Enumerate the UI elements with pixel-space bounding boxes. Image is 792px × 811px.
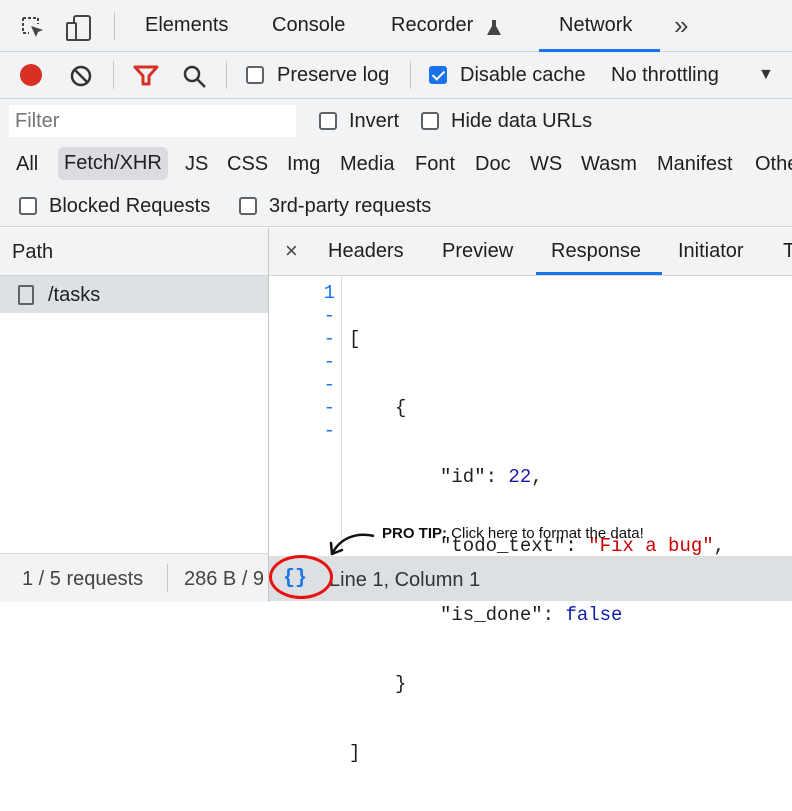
fold-marker[interactable]: - [269,328,335,351]
response-viewer: 1 - - - - - - [ { "id": 22, "todo_text":… [269,276,792,764]
filter-bar: Invert Hide data URLs [0,99,792,143]
close-icon[interactable]: × [285,238,298,264]
tab-timing[interactable]: T [783,240,792,263]
fold-marker[interactable]: - [269,420,335,443]
search-icon[interactable] [182,64,208,90]
invert-label: Invert [349,110,400,132]
tab-initiator[interactable]: Initiator [678,240,744,263]
tab-elements[interactable]: Elements [145,14,228,37]
fold-marker[interactable]: - [269,374,335,397]
requests-panel: Path /tasks [0,228,269,553]
type-filter-css[interactable]: CSS [227,153,268,176]
disable-cache-checkbox[interactable] [429,66,447,84]
type-filter-all[interactable]: All [16,153,38,176]
preserve-log-checkbox[interactable] [246,66,264,84]
requests-status-bar: 1 / 5 requests 286 B / 9 [0,553,269,602]
request-row[interactable]: /tasks [0,276,268,313]
tab-console[interactable]: Console [272,14,345,37]
code-line: "id": 22, [440,466,543,488]
type-filter-other[interactable]: Othe [755,153,792,176]
extra-filter-bar: Blocked Requests 3rd-party requests [0,185,792,227]
blocked-requests-checkbox[interactable] [19,197,37,215]
tab-network[interactable]: Network [559,14,632,37]
devtools-tabbar: Elements Console Recorder Network » [0,0,792,52]
type-filter-img[interactable]: Img [287,153,320,176]
type-filter-fetch-xhr[interactable]: Fetch/XHR [58,147,168,180]
flask-icon [487,20,501,35]
cursor-position: Line 1, Column 1 [329,569,481,591]
clear-icon[interactable] [69,64,93,88]
type-filter-media[interactable]: Media [340,153,394,176]
device-toolbar-icon[interactable] [64,14,94,42]
type-filter-js[interactable]: JS [185,153,208,176]
disable-cache-label: Disable cache [460,64,586,86]
active-detail-tab-indicator [536,272,662,275]
code-line: "is_done": false [440,604,623,626]
third-party-checkbox[interactable] [239,197,257,215]
code-line: } [395,673,407,695]
type-filter-bar: All Fetch/XHR JS CSS Img Media Font Doc … [0,143,792,185]
pro-tip-text: Click here to format the data! [447,525,644,542]
fold-marker[interactable]: - [269,351,335,374]
annotation-arrow [329,533,375,556]
transferred-size: 286 B / 9 [184,568,265,590]
pro-tip-label: PRO TIP: [382,525,448,542]
fold-marker[interactable]: - [269,397,335,420]
code-line: [ [349,328,361,350]
request-count: 1 / 5 requests [22,568,144,590]
third-party-label: 3rd-party requests [269,195,432,217]
inspect-element-icon[interactable] [20,15,46,41]
annotation-circle [269,555,333,599]
document-icon [18,285,34,305]
network-toolbar: Preserve log Disable cache No throttling… [0,52,792,99]
preserve-log-label: Preserve log [277,64,390,86]
code-line: { [395,397,407,419]
tab-preview[interactable]: Preview [442,240,513,263]
type-filter-doc[interactable]: Doc [475,153,511,176]
blocked-requests-label: Blocked Requests [49,195,211,217]
throttling-select[interactable]: No throttling [611,64,719,87]
invert-checkbox[interactable] [319,112,337,130]
detail-tabbar: × Headers Preview Response Initiator T [269,228,792,276]
tab-response[interactable]: Response [551,240,641,263]
hide-data-urls-label: Hide data URLs [451,110,593,132]
tab-recorder[interactable]: Recorder [391,14,473,37]
type-filter-manifest[interactable]: Manifest [657,153,733,176]
hide-data-urls-checkbox[interactable] [421,112,439,130]
tab-headers[interactable]: Headers [328,240,404,263]
type-filter-ws[interactable]: WS [530,153,562,176]
response-code[interactable]: [ { "id": 22, "todo_text": "Fix a bug", … [349,282,725,811]
filter-input[interactable] [9,105,296,137]
type-filter-wasm[interactable]: Wasm [581,153,637,176]
pro-tip-annotation: PRO TIP: Click here to format the data! [382,525,644,542]
fold-marker[interactable]: - [269,305,335,328]
chevron-down-icon[interactable]: ▼ [758,66,774,84]
type-filter-font[interactable]: Font [415,153,455,176]
request-path: /tasks [48,284,101,306]
record-button[interactable] [20,64,42,86]
line-number: 1 [323,282,335,304]
response-status-bar: {} Line 1, Column 1 [269,556,792,601]
more-tabs-button[interactable]: » [674,10,688,41]
requests-header: Path [0,228,268,276]
path-column-header[interactable]: Path [12,241,53,264]
filter-icon[interactable] [133,65,159,87]
code-line: ] [349,742,361,764]
